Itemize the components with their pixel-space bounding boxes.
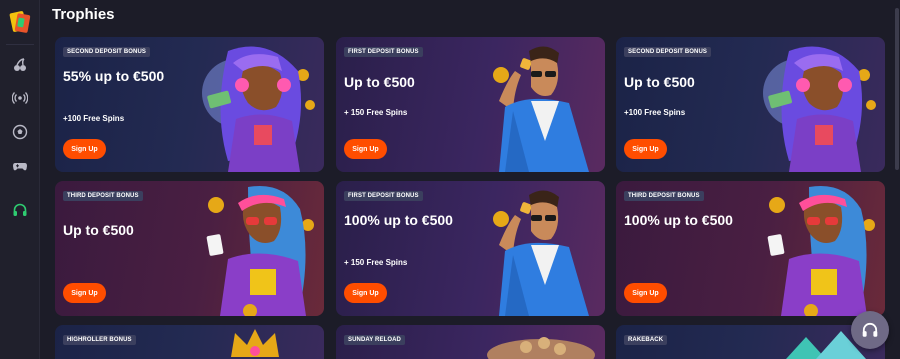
bonus-card[interactable]: RAKEBACK [616,325,885,359]
bonus-card[interactable]: FIRST DEPOSIT BONUS Up to €500 + 150 Fre… [336,37,605,172]
bonus-badge: RAKEBACK [624,335,668,345]
bonus-badge: HIGHROLLER BONUS [63,335,136,345]
bonus-badge: THIRD DEPOSIT BONUS [624,191,704,201]
sidebar [0,0,40,359]
main-content: Trophies SECOND DEPOSIT BONUS 55% up to … [40,0,900,359]
support-chat-button[interactable] [851,311,889,349]
sign-up-button[interactable]: Sign Up [344,283,387,303]
scrollbar[interactable] [895,8,899,170]
sign-up-button[interactable]: Sign Up [63,139,106,159]
sign-up-button[interactable]: Sign Up [624,139,667,159]
bonus-card[interactable]: THIRD DEPOSIT BONUS Up to €500 Sign Up [55,181,324,316]
bonus-subtitle: + 150 Free Spins [344,108,408,117]
man-suit-illustration [469,41,599,172]
sign-up-button[interactable]: Sign Up [63,283,106,303]
bonus-card[interactable]: SUNDAY RELOAD [336,325,605,359]
woman-headphones-illustration [188,41,318,172]
headphones-icon [862,322,878,337]
woman-headphones-illustration [749,41,879,172]
bonus-card[interactable]: SECOND DEPOSIT BONUS Up to €500 +100 Fre… [616,37,885,172]
bonus-card[interactable]: SECOND DEPOSIT BONUS 55% up to €500 +100… [55,37,324,172]
bonus-title: Up to €500 [344,74,415,90]
woman-cards-illustration [749,185,879,316]
bonus-card[interactable]: HIGHROLLER BONUS [55,325,324,359]
woman-cards-illustration [188,185,318,316]
cherry-icon[interactable] [12,57,28,73]
bonus-title: 100% up to €500 [624,212,733,228]
bonus-badge: SUNDAY RELOAD [344,335,405,345]
bonus-subtitle: + 150 Free Spins [344,258,408,267]
logo-icon[interactable] [8,9,32,35]
bonus-subtitle: +100 Free Spins [624,108,686,117]
coin-pile-illustration [486,329,596,359]
crown-illustration [225,327,285,359]
gamepad-icon[interactable] [12,158,28,174]
bonus-card[interactable]: FIRST DEPOSIT BONUS 100% up to €500 + 15… [336,181,605,316]
bonus-badge: FIRST DEPOSIT BONUS [344,191,423,201]
bonus-title: Up to €500 [624,74,695,90]
bonus-badge: FIRST DEPOSIT BONUS [344,47,423,57]
bonus-title: 100% up to €500 [344,212,453,228]
sidebar-divider [6,44,34,45]
bonus-title: 55% up to €500 [63,68,165,84]
bonus-badge: SECOND DEPOSIT BONUS [624,47,712,57]
bonus-badge: SECOND DEPOSIT BONUS [63,47,151,57]
bonus-title: Up to €500 [63,222,134,238]
sign-up-button[interactable]: Sign Up [344,139,387,159]
page-title: Trophies [52,6,115,23]
sign-up-button[interactable]: Sign Up [624,283,667,303]
live-signal-icon[interactable] [11,90,29,106]
headphones-icon[interactable] [12,202,28,218]
bonus-badge: THIRD DEPOSIT BONUS [63,191,143,201]
bonus-subtitle: +100 Free Spins [63,114,125,123]
soccer-ball-icon[interactable] [12,124,28,140]
bonus-card[interactable]: THIRD DEPOSIT BONUS 100% up to €500 Sign… [616,181,885,316]
man-suit-illustration [469,185,599,316]
